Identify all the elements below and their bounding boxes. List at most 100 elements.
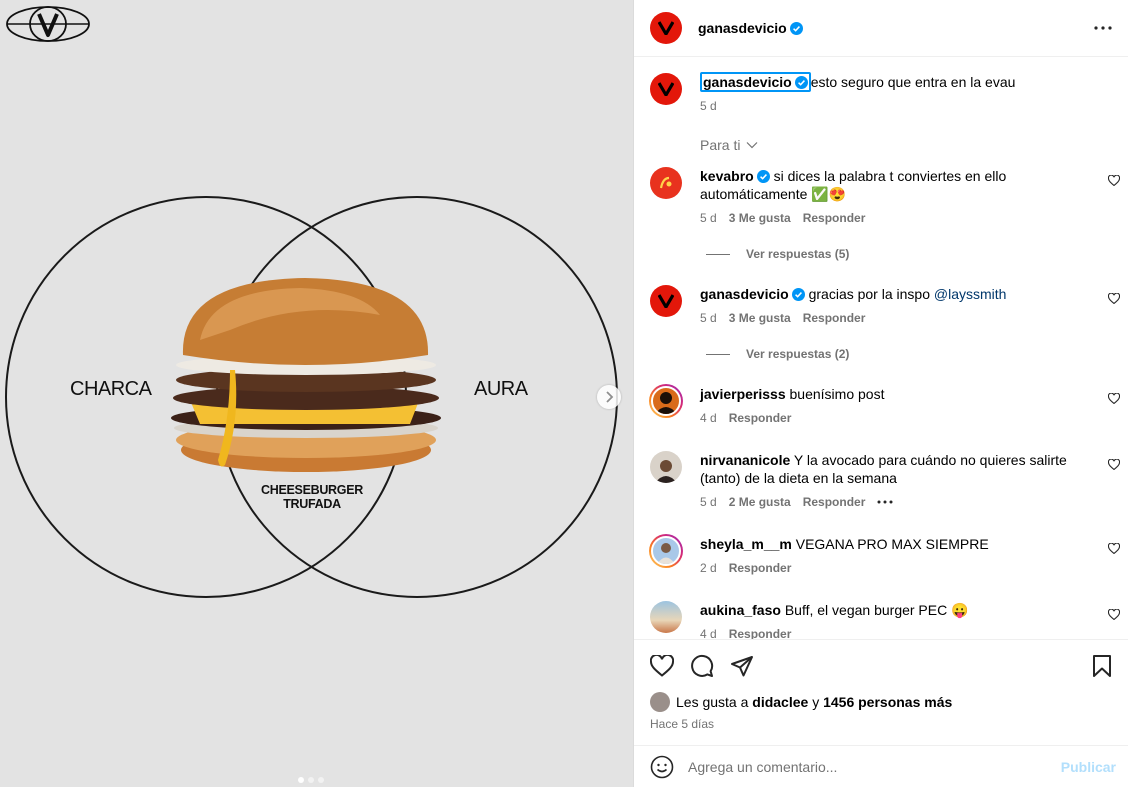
comment-username[interactable]: kevabro	[700, 168, 754, 184]
save-button[interactable]	[1092, 655, 1112, 677]
venn-center-line2: TRUFADA	[283, 497, 341, 511]
verified-badge-icon	[789, 22, 803, 35]
avatar-story-ring[interactable]	[649, 384, 683, 418]
chevron-right-icon	[606, 391, 614, 403]
avatar[interactable]	[650, 73, 682, 105]
likes-connector: y	[808, 694, 824, 710]
comment-username[interactable]: ganasdevicio	[700, 286, 789, 302]
comment-text: buenísimo post	[789, 386, 885, 402]
brand-v-icon	[658, 82, 674, 96]
heart-icon	[1107, 458, 1121, 471]
comment-time: 5 d	[700, 211, 717, 225]
brand-v-icon	[658, 21, 674, 35]
heart-icon	[1107, 608, 1121, 621]
mention-link[interactable]: @layssmith	[934, 286, 1007, 302]
brand-v-icon	[658, 294, 674, 308]
bookmark-icon	[1093, 655, 1111, 677]
comment-likes-count[interactable]: 3 Me gusta	[729, 309, 791, 327]
post-actions: Les gusta a didaclee y 1456 personas más…	[634, 639, 1128, 745]
more-options-button[interactable]	[1094, 26, 1112, 30]
venn-label-right: AURA	[474, 378, 528, 400]
comment-input[interactable]	[688, 758, 1061, 775]
venn-center-line1: CHEESEBURGER	[261, 483, 363, 497]
comment-username[interactable]: javierperisss	[700, 386, 786, 402]
sort-dropdown[interactable]: Para ti	[700, 137, 758, 153]
comment-username[interactable]: nirvananicole	[700, 452, 790, 468]
view-replies-label: Ver respuestas (5)	[746, 247, 850, 261]
comment-form: Publicar	[634, 745, 1128, 787]
view-replies-label: Ver respuestas (2)	[746, 347, 850, 361]
like-comment-button[interactable]	[1107, 391, 1121, 407]
like-comment-button[interactable]	[1107, 541, 1121, 557]
avatar[interactable]	[650, 285, 682, 317]
comments-list[interactable]: ganasdevicio esto seguro que entra en la …	[634, 57, 1128, 639]
like-comment-button[interactable]	[1107, 173, 1121, 189]
publish-button[interactable]: Publicar	[1061, 759, 1116, 775]
like-comment-button[interactable]	[1107, 291, 1121, 307]
reply-button[interactable]: Responder	[729, 409, 792, 427]
more-icon	[877, 500, 893, 504]
emoji-button[interactable]	[650, 755, 674, 779]
verified-badge-icon	[791, 288, 805, 301]
carousel-next-button[interactable]	[597, 385, 621, 409]
post-username-text[interactable]: ganasdevicio	[698, 20, 787, 36]
comment-username[interactable]: sheyla_m__m	[700, 536, 792, 552]
avatar[interactable]	[650, 167, 682, 199]
carousel-dot	[308, 777, 314, 783]
venn-label-left: CHARCA	[70, 378, 152, 400]
comment-text: gracias por la inspo	[808, 286, 934, 302]
comment-button[interactable]	[690, 654, 714, 678]
carousel-dot	[298, 777, 304, 783]
like-button[interactable]	[650, 655, 674, 677]
chevron-down-icon	[747, 142, 758, 149]
person-photo-icon	[655, 460, 677, 483]
avatar-story-ring[interactable]	[649, 534, 683, 568]
liker-avatar	[650, 692, 670, 712]
caption-username-text[interactable]: ganasdevicio	[703, 74, 792, 90]
avatar[interactable]	[650, 451, 682, 483]
share-button[interactable]	[730, 654, 754, 678]
heart-icon	[1107, 542, 1121, 555]
caption-time: 5 d	[700, 99, 717, 113]
venn-label-center: CHEESEBURGER TRUFADA	[252, 483, 372, 511]
post-username[interactable]: ganasdevicio	[698, 20, 803, 36]
likes-others[interactable]: 1456 personas más	[823, 694, 952, 710]
comment-text: VEGANA PRO MAX SIEMPRE	[795, 536, 989, 552]
reply-button[interactable]: Responder	[803, 309, 866, 327]
paper-plane-icon	[731, 656, 753, 677]
like-comment-button[interactable]	[1107, 607, 1121, 623]
kevabro-logo-icon	[659, 176, 672, 189]
burger-illustration	[171, 278, 441, 472]
heart-icon	[650, 655, 674, 677]
reply-button[interactable]: Responder	[729, 625, 792, 639]
more-icon	[1094, 26, 1112, 30]
view-replies-button[interactable]: Ver respuestas (5)	[706, 247, 849, 261]
carousel-dot	[318, 777, 324, 783]
like-comment-button[interactable]	[1107, 457, 1121, 473]
comment-username[interactable]: aukina_faso	[700, 602, 781, 618]
comment-likes-count[interactable]: 2 Me gusta	[729, 493, 791, 511]
person-silhouette-icon	[655, 392, 677, 414]
comment-time: 5 d	[700, 495, 717, 509]
post-timestamp[interactable]: Hace 5 días	[650, 717, 1112, 731]
comment-likes-count[interactable]: 3 Me gusta	[729, 209, 791, 227]
caption-username[interactable]: ganasdevicio	[700, 72, 811, 92]
reply-button[interactable]: Responder	[803, 493, 866, 511]
view-replies-button[interactable]: Ver respuestas (2)	[706, 347, 849, 361]
verified-badge-icon	[756, 170, 770, 183]
caption-text: esto seguro que entra en la evau	[810, 74, 1016, 90]
heart-icon	[1107, 292, 1121, 305]
sort-label: Para ti	[700, 137, 741, 153]
likes-summary[interactable]: Les gusta a didaclee y 1456 personas más	[650, 692, 1112, 712]
heart-icon	[1107, 174, 1121, 187]
avatar[interactable]	[650, 601, 682, 633]
likes-text: Les gusta a didaclee y 1456 personas más	[676, 694, 952, 710]
reply-button[interactable]: Responder	[729, 559, 792, 577]
liker-username[interactable]: didaclee	[752, 694, 808, 710]
reply-button[interactable]: Responder	[803, 209, 866, 227]
comment-time: 5 d	[700, 311, 717, 325]
carousel-dots	[298, 777, 324, 783]
post-image[interactable]: CHARCA AURA CHEESEBURGER TRUFADA	[0, 0, 633, 787]
comment-options-button[interactable]	[877, 500, 893, 504]
avatar[interactable]	[650, 12, 682, 44]
